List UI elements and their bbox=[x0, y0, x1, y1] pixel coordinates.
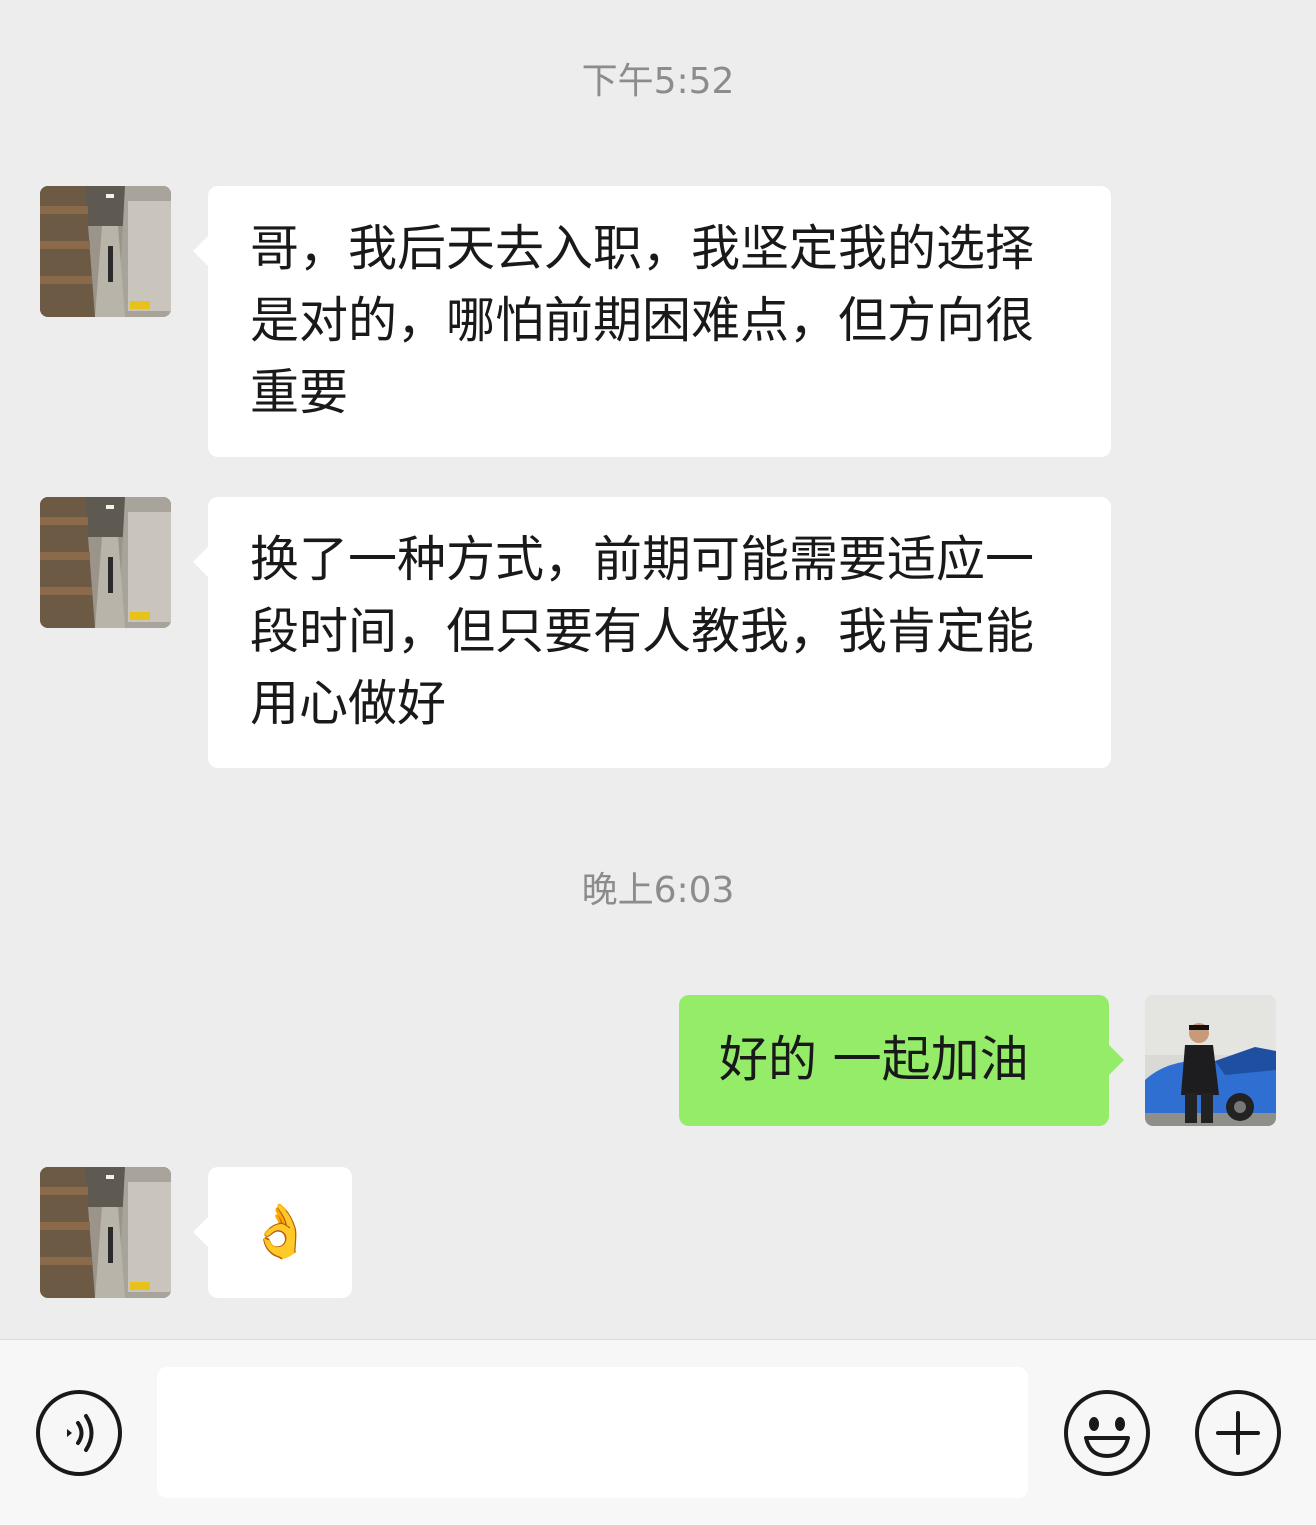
voice-button[interactable] bbox=[34, 1388, 124, 1478]
message-bubble-incoming[interactable]: 👌 bbox=[193, 1167, 352, 1298]
timestamp: 下午5:52 bbox=[581, 61, 735, 102]
contact-avatar[interactable] bbox=[40, 1167, 171, 1298]
emoji-icon bbox=[1064, 1390, 1150, 1476]
message-bubble-incoming[interactable]: 哥，我后天去入职，我坚定我的选择是对的，哪怕前期困难点，但方向很重要 bbox=[193, 186, 1111, 457]
ok-hand-emoji: 👌 bbox=[248, 1202, 313, 1262]
person-car-photo bbox=[1145, 995, 1276, 1126]
message-text: 换了一种方式，前期可能需要适应一段时间，但只要有人教我，我肯定能用心做好 bbox=[250, 531, 1035, 732]
plus-icon bbox=[1195, 1390, 1281, 1476]
contact-avatar[interactable] bbox=[40, 497, 171, 628]
emoji-button[interactable] bbox=[1062, 1388, 1152, 1478]
warehouse-photo bbox=[40, 186, 171, 317]
chat-area: 下午5:52 哥，我后天去入职，我坚定我的选择是对的，哪怕前期困难点，但方向很重… bbox=[0, 0, 1316, 1340]
message-text: 哥，我后天去入职，我坚定我的选择是对的，哪怕前期困难点，但方向很重要 bbox=[250, 220, 1035, 421]
message-text: 好的 一起加油 bbox=[719, 1031, 1029, 1088]
add-button[interactable] bbox=[1193, 1388, 1283, 1478]
message-bubble-outgoing[interactable]: 好的 一起加油 bbox=[679, 995, 1124, 1126]
timestamp: 晚上6:03 bbox=[581, 870, 735, 911]
input-bar bbox=[0, 1339, 1316, 1525]
voice-icon bbox=[36, 1390, 122, 1476]
contact-avatar[interactable] bbox=[40, 186, 171, 317]
message-input[interactable] bbox=[157, 1367, 1028, 1498]
warehouse-photo bbox=[40, 497, 171, 628]
warehouse-photo bbox=[40, 1167, 171, 1298]
message-bubble-incoming[interactable]: 换了一种方式，前期可能需要适应一段时间，但只要有人教我，我肯定能用心做好 bbox=[193, 497, 1111, 768]
my-avatar[interactable] bbox=[1145, 995, 1276, 1126]
